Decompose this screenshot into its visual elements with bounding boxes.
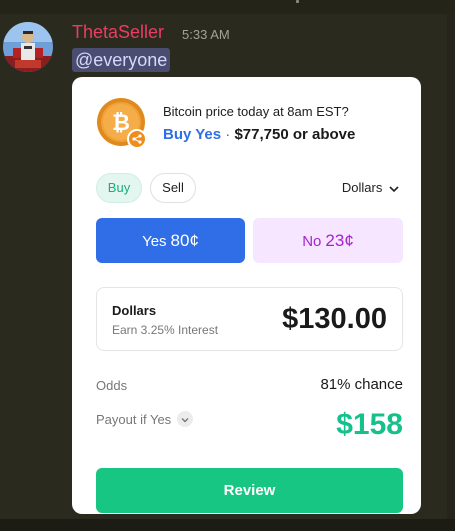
yes-button[interactable]: Yes 80¢ [96, 218, 245, 263]
bitcoin-icon: ₿ [96, 97, 148, 149]
avatar[interactable] [3, 22, 53, 72]
currency-select[interactable]: Dollars [342, 180, 399, 195]
currency-label: Dollars [341, 180, 383, 195]
no-label: No [302, 233, 322, 250]
odds-label: Odds [96, 378, 128, 393]
svg-text:₿: ₿ [112, 110, 130, 135]
amount-input[interactable]: Dollars Earn 3.25% Interest $130.00 [96, 287, 403, 351]
bottom-bar [0, 519, 455, 531]
top-bar [0, 0, 455, 14]
no-price: 23¢ [325, 231, 354, 250]
interest-label: Earn 3.25% Interest [112, 323, 219, 337]
scroll-edge [447, 14, 455, 519]
tab-buy[interactable]: Buy [96, 173, 142, 203]
chevron-down-icon [389, 185, 399, 192]
yes-label: Yes [142, 233, 167, 250]
review-button[interactable]: Review [96, 468, 403, 513]
odds-value: 81% chance [320, 376, 403, 393]
chevron-down-icon[interactable] [177, 411, 193, 427]
top-edge-mark [296, 0, 299, 3]
market-card: ₿ Bitcoin price today at 8am EST? Buy Ye… [72, 77, 421, 514]
yes-price: 80¢ [170, 231, 199, 250]
payout-label: Payout if Yes [96, 412, 172, 427]
threshold-label: $77,750 or above [234, 126, 356, 143]
amount-label: Dollars [112, 303, 157, 318]
payout-value: $158 [336, 408, 403, 441]
market-subline: Buy Yes · $77,750 or above [163, 126, 355, 143]
timestamp: 5:33 AM [182, 27, 230, 42]
separator: · [225, 126, 231, 143]
tab-sell[interactable]: Sell [150, 173, 196, 203]
username[interactable]: ThetaSeller [72, 22, 164, 43]
buy-yes-label[interactable]: Buy Yes [163, 126, 221, 143]
no-button[interactable]: No 23¢ [253, 218, 403, 263]
amount-value[interactable]: $130.00 [282, 303, 387, 336]
mention-everyone[interactable]: @everyone [72, 48, 171, 72]
market-question: Bitcoin price today at 8am EST? [163, 104, 349, 119]
